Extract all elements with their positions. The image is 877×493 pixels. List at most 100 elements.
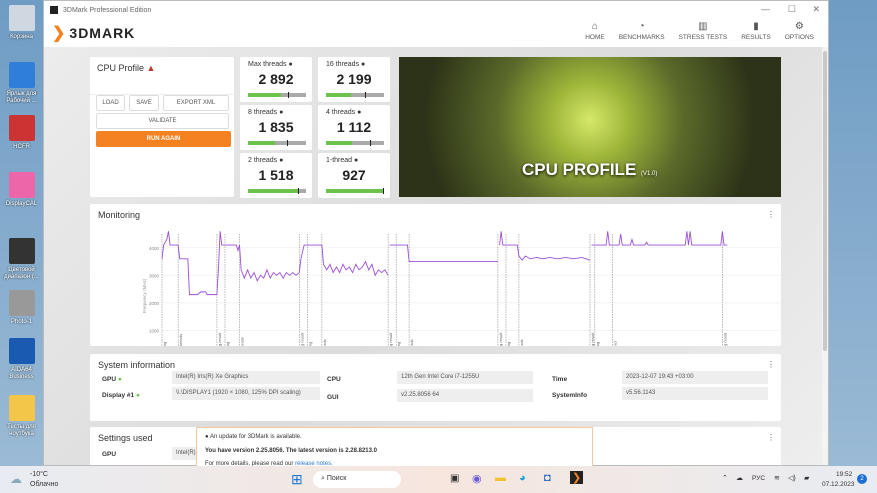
y-tick-label: 1000	[149, 328, 160, 333]
score-bar-fill	[326, 141, 352, 145]
desktop-icon[interactable]: DisplayCAL	[0, 172, 43, 208]
language-indicator[interactable]: РУС	[752, 475, 765, 482]
validate-button[interactable]: VALIDATE	[96, 113, 229, 129]
hero-title-text: CPU PROFILE	[522, 160, 637, 179]
start-button[interactable]: ⊞	[291, 471, 303, 488]
check-icon: ●	[117, 376, 122, 383]
minimize-button[interactable]: —	[761, 4, 770, 14]
score-value: 1 112	[336, 119, 372, 135]
load-button[interactable]: LOAD	[96, 95, 125, 111]
maximize-button[interactable]: ☐	[788, 4, 796, 15]
export-xml-button[interactable]: EXPORT XML	[163, 95, 229, 111]
desktop-icon[interactable]: Тесты для ноутбука	[0, 395, 43, 438]
teams-icon[interactable]: ◉	[472, 472, 482, 485]
desktop-icon-label: DisplayCAL	[5, 201, 38, 207]
score-bar	[326, 140, 384, 146]
sysinfo-value: v5.56.1143	[622, 387, 768, 400]
scrollbar-thumb[interactable]	[823, 51, 827, 351]
toast-body: You have version 2.25.8056. The latest v…	[205, 448, 377, 454]
event-marker-label: Saving result	[299, 332, 304, 346]
sysinfo-label-text: GUI	[327, 394, 339, 401]
y-tick-label: 2000	[149, 301, 160, 306]
nav-home[interactable]: ⌂ HOME	[585, 21, 605, 41]
search-box[interactable]: ⌕ Поиск	[313, 471, 401, 488]
score-bar-marker	[369, 140, 371, 146]
score-value: 927	[342, 167, 366, 183]
run-again-button[interactable]: RUN AGAIN	[96, 131, 231, 147]
edge-icon[interactable]: ◕	[519, 472, 526, 484]
event-marker-label: 4 threads	[409, 339, 414, 346]
notification-badge[interactable]: 2	[857, 474, 867, 484]
file-explorer-icon[interactable]: ▬	[495, 472, 506, 484]
score-bar	[248, 92, 306, 98]
nav-icon: ⚙	[794, 21, 804, 32]
desktop-icon[interactable]: Цветовой диапазон (...	[0, 238, 43, 281]
volume-icon[interactable]: ◁)	[788, 474, 796, 482]
weather-temp[interactable]: -10°C	[30, 471, 48, 478]
battery-icon[interactable]: ▰	[804, 474, 809, 482]
3dmark-taskbar-icon[interactable]: ❯	[570, 471, 584, 484]
desktop-icon[interactable]: Photo-1	[0, 290, 43, 326]
hero-version: (V1.0)	[641, 171, 658, 177]
score-value: 2 892	[258, 71, 294, 87]
nav-options[interactable]: ⚙ OPTIONS	[785, 21, 814, 41]
info-icon[interactable]: ●	[357, 109, 361, 116]
nav-icon: ▮	[753, 21, 759, 32]
score-value: 2 199	[336, 71, 372, 87]
info-icon[interactable]: ●	[288, 61, 292, 68]
show-hidden-icons[interactable]: ⌃	[722, 474, 728, 482]
score-tile: 16 threads ● 2 199	[318, 57, 390, 102]
more-options-icon[interactable]: ⋮	[767, 433, 775, 442]
event-marker-label: Saving result	[722, 332, 727, 346]
score-bar-fill	[326, 93, 351, 97]
info-icon[interactable]: ●	[354, 157, 358, 164]
score-bar-fill	[326, 189, 383, 193]
brand-logo: ❯ 3DMARK	[52, 23, 135, 43]
sysinfo-label: Display #1 ●	[102, 392, 140, 399]
info-icon[interactable]: ●	[361, 61, 365, 68]
sysinfo-label: Time	[552, 376, 567, 383]
task-view-icon[interactable]: ▣	[450, 473, 459, 484]
desktop-icon-label: HCFR	[13, 144, 30, 150]
monitoring-card: Monitoring ⋮ 01000200030004000Frequency …	[90, 204, 781, 346]
nav-icon: ⌂	[591, 21, 598, 32]
wifi-icon[interactable]: ≋	[774, 474, 780, 482]
score-bar	[326, 92, 384, 98]
nav-label: OPTIONS	[784, 34, 814, 41]
store-icon[interactable]: ◘	[544, 472, 551, 484]
close-button[interactable]: ✕	[812, 4, 820, 15]
event-marker-label: Loading	[396, 342, 401, 346]
score-tile: 8 threads ● 1 835	[240, 105, 312, 150]
nav-stress-tests[interactable]: ▥ STRESS TESTS	[679, 21, 728, 41]
desktop-icon-label: AIDA64 Business	[9, 367, 34, 380]
3dmark-logo-icon: ❯	[52, 25, 67, 42]
desktop-icon-image	[8, 115, 35, 141]
main-nav: ⌂ HOME ◔ BENCHMARKS ▥ STRESS TESTS ▮ RESULTS ⚙ OP…	[585, 21, 814, 41]
onedrive-icon[interactable]: ☁	[736, 474, 743, 482]
nav-results[interactable]: ▮ RESULTS	[741, 21, 771, 41]
score-label: 2 threads ●	[248, 157, 283, 164]
clock-time[interactable]: 19:52	[836, 471, 852, 478]
more-options-icon[interactable]: ⋮	[767, 360, 775, 369]
content-area: CPU Profile ▲ LOAD SAVE EXPORT XML VALID…	[44, 47, 822, 465]
info-icon[interactable]: ●	[279, 157, 283, 164]
desktop-icon[interactable]: HCFR	[0, 115, 43, 151]
info-icon[interactable]: ●	[279, 109, 283, 116]
event-marker-label: Loading	[162, 342, 167, 346]
search-icon: ⌕	[321, 475, 325, 482]
score-tile: 1-thread ● 927	[318, 153, 390, 198]
score-label: 1-thread ●	[326, 157, 358, 164]
save-button[interactable]: SAVE	[129, 95, 159, 111]
desktop-icon[interactable]: Корзина	[0, 5, 43, 41]
weather-text[interactable]: Облачно	[30, 481, 58, 488]
desktop-icon-label: Photo-1	[10, 319, 32, 325]
scrollbar[interactable]	[822, 47, 828, 465]
sysinfo-label-text: Display #1	[102, 392, 135, 399]
score-bar-fill	[248, 141, 275, 145]
desktop-icon[interactable]: AIDA64 Business	[0, 338, 43, 381]
clock-date[interactable]: 07.12.2023	[822, 481, 855, 488]
desktop-icon-image	[8, 338, 35, 364]
nav-benchmarks[interactable]: ◔ BENCHMARKS	[619, 21, 665, 41]
score-label-text: 16 threads	[326, 61, 360, 68]
desktop-icon[interactable]: Ярлык для Рабочий ...	[0, 62, 43, 105]
